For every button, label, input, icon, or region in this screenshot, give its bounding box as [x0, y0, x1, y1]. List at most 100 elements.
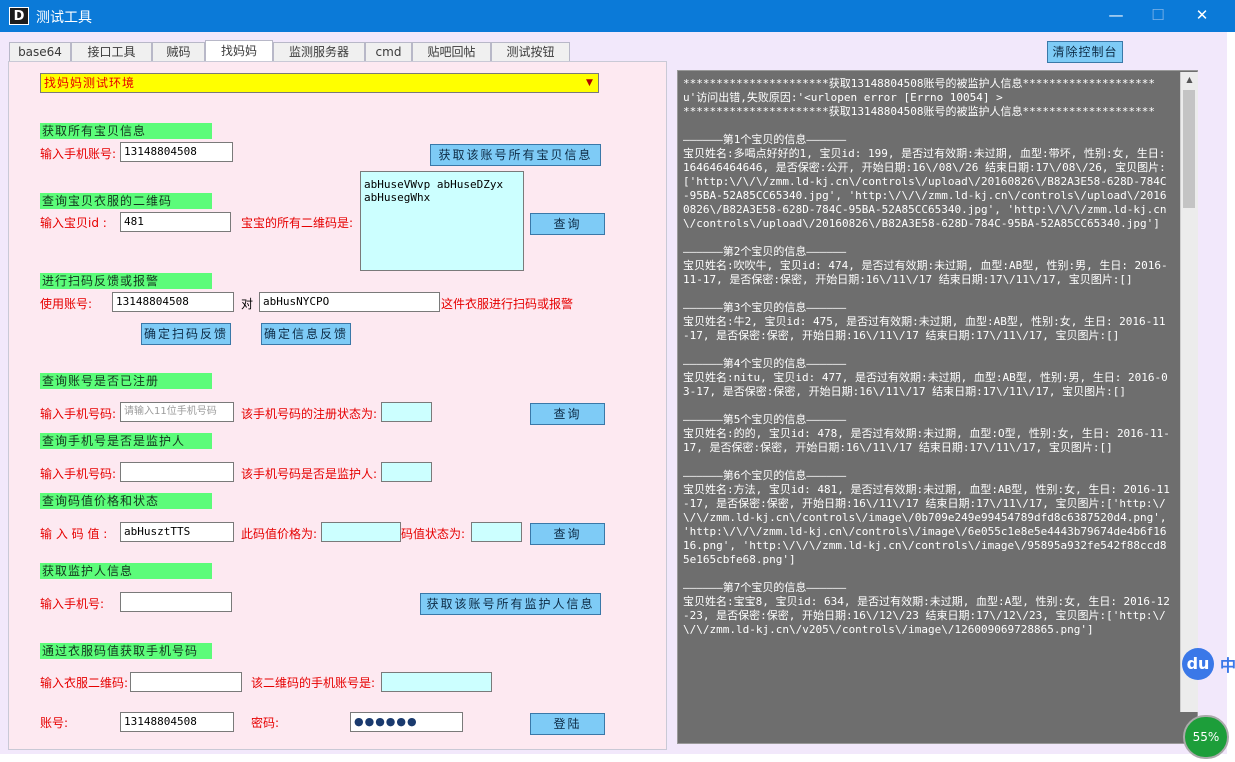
guardian-status-label: 该手机号码是否是监护人:	[241, 467, 378, 481]
section-header-guardian: 查询手机号是否是监护人	[40, 433, 212, 449]
login-password-label: 密码:	[251, 716, 280, 730]
get-guardians-button[interactable]: 获取该账号所有监护人信息	[420, 593, 601, 615]
price-field	[321, 522, 401, 542]
qr-result-line: abHusegWhx	[364, 191, 431, 204]
qr-result-label: 宝宝的所有二维码是:	[241, 216, 354, 230]
console-line: 宝贝姓名:多喝点好好的1, 宝贝id: 199, 是否过有效期:未过期, 血型:…	[683, 147, 1172, 230]
price-label: 此码值价格为:	[241, 527, 318, 541]
code-status-field	[471, 522, 522, 542]
login-button[interactable]: 登陆	[530, 713, 605, 735]
client-area: base64 接口工具 贼码 找妈妈 监测服务器 cmd 贴吧回帖 测试按钮 清…	[0, 32, 1227, 754]
report-account-input[interactable]: 13148804508	[112, 292, 234, 312]
env-select-value: 找妈妈测试环境	[44, 76, 136, 90]
qr-phone-result-field	[381, 672, 492, 692]
registered-phone-input[interactable]: 请输入11位手机号码	[120, 402, 234, 422]
section-header-report: 进行扫码反馈或报警	[40, 273, 212, 289]
qr-phone-result-label: 该二维码的手机账号是:	[251, 676, 376, 690]
console-line: **********************获取13148804508账号的被监…	[683, 105, 1155, 118]
title-bar: D 测试工具 — ☐ ✕	[0, 0, 1235, 32]
babies-phone-input[interactable]: 13148804508	[120, 142, 233, 162]
console-line: ——————第3个宝贝的信息——————	[683, 301, 847, 314]
env-select[interactable]: 找妈妈测试环境 ▼	[40, 73, 599, 93]
dropdown-arrow-icon[interactable]: ▼	[584, 76, 596, 90]
get-guardian-phone-label: 输入手机号:	[40, 597, 105, 611]
guardian-phone-input[interactable]	[120, 462, 234, 482]
section-header-get-guardian: 获取监护人信息	[40, 563, 212, 579]
section-header-price: 查询码值价格和状态	[40, 493, 212, 509]
price-code-label: 输 入 码 值 :	[40, 527, 108, 541]
price-code-input[interactable]: abHusztTTS	[120, 522, 234, 542]
tab-thief-code[interactable]: 贼码	[152, 42, 205, 61]
qr-phone-input-label: 输入衣服二维码:	[40, 676, 129, 690]
report-code-input[interactable]: abHusNYCPO	[259, 292, 440, 312]
qr-result-box[interactable]: abHuseVWvp abHuseDZyx abHusegWhx	[360, 171, 524, 271]
login-account-input[interactable]: 13148804508	[120, 712, 234, 732]
confirm-scan-button[interactable]: 确定扫码反馈	[141, 323, 231, 345]
scrollbar-thumb[interactable]	[1183, 90, 1195, 208]
console-line: **********************获取13148804508账号的被监…	[683, 77, 1155, 90]
find-mom-panel: 找妈妈测试环境 ▼ 获取所有宝贝信息 输入手机账号: 13148804508 获…	[8, 61, 667, 750]
babies-phone-label: 输入手机账号:	[40, 147, 117, 161]
guardian-phone-label: 输入手机号码:	[40, 467, 117, 481]
performance-meter[interactable]: 55%	[1183, 715, 1229, 759]
login-password-input[interactable]: ●●●●●●	[350, 712, 463, 732]
console-line: 宝贝姓名:牛2, 宝贝id: 475, 是否过有效期:未过期, 血型:AB型, …	[683, 315, 1166, 342]
code-status-label: 码值状态为:	[401, 527, 466, 541]
get-guardian-phone-input[interactable]	[120, 592, 232, 612]
console-line: 宝贝姓名:方法, 宝贝id: 481, 是否过有效期:未过期, 血型:AB型, …	[683, 483, 1174, 566]
get-babies-button[interactable]: 获取该账号所有宝贝信息	[430, 144, 601, 166]
maximize-button[interactable]: ☐	[1146, 4, 1170, 26]
console-line: ——————第2个宝贝的信息——————	[683, 245, 847, 258]
guardian-status-field	[381, 462, 432, 482]
report-suffix-label: 这件衣服进行扫码或报警	[441, 297, 574, 311]
close-button[interactable]: ✕	[1190, 4, 1214, 26]
section-header-registered: 查询账号是否已注册	[40, 373, 212, 389]
console-line: u'访问出错,失败原因:'<urlopen error [Errno 10054…	[683, 91, 1003, 104]
console-line: 宝贝姓名:nitu, 宝贝id: 477, 是否过有效期:未过期, 血型:AB型…	[683, 371, 1168, 398]
registered-status-label: 该手机号码的注册状态为:	[241, 407, 378, 421]
baby-id-label: 输入宝贝id :	[40, 216, 107, 230]
console-line: ——————第6个宝贝的信息——————	[683, 469, 847, 482]
tab-find-mom[interactable]: 找妈妈	[205, 40, 273, 62]
registered-phone-label: 输入手机号码:	[40, 407, 117, 421]
query-registered-button[interactable]: 查询	[530, 403, 605, 425]
tab-interface-tool[interactable]: 接口工具	[71, 42, 152, 61]
section-header-babies: 获取所有宝贝信息	[40, 123, 212, 139]
login-account-label: 账号:	[40, 716, 69, 730]
window-title: 测试工具	[36, 10, 92, 26]
tab-cmd[interactable]: cmd	[365, 42, 412, 61]
console-line: 宝贝姓名:吹吹牛, 宝贝id: 474, 是否过有效期:未过期, 血型:AB型,…	[683, 259, 1168, 286]
console-line: 宝贝姓名:宝宝8, 宝贝id: 634, 是否过有效期:未过期, 血型:A型, …	[683, 595, 1170, 636]
tab-tieba-reply[interactable]: 贴吧回帖	[412, 42, 491, 61]
console-scrollbar[interactable]: ▲	[1180, 72, 1198, 712]
ime-mode-label[interactable]: 中	[1220, 652, 1235, 676]
console-line: ——————第5个宝贝的信息——————	[683, 413, 847, 426]
baidu-ime-icon[interactable]: du	[1182, 648, 1214, 680]
console-line: ——————第7个宝贝的信息——————	[683, 581, 847, 594]
console-output[interactable]: **********************获取13148804508账号的被监…	[677, 70, 1198, 744]
registered-status-field	[381, 402, 432, 422]
minimize-button[interactable]: —	[1104, 4, 1128, 26]
tab-test-button[interactable]: 测试按钮	[491, 42, 570, 61]
confirm-info-button[interactable]: 确定信息反馈	[261, 323, 351, 345]
query-price-button[interactable]: 查询	[530, 523, 605, 545]
clear-console-button[interactable]: 清除控制台	[1047, 41, 1123, 63]
report-to-label: 对	[241, 297, 254, 311]
console-text: **********************获取13148804508账号的被监…	[683, 77, 1171, 637]
query-qr-button[interactable]: 查询	[530, 213, 605, 235]
console-line: ——————第4个宝贝的信息——————	[683, 357, 847, 370]
baby-id-input[interactable]: 481	[120, 212, 231, 232]
section-header-qr-phone: 通过衣服码值获取手机号码	[40, 643, 212, 659]
qr-phone-input[interactable]	[130, 672, 242, 692]
app-icon: D	[9, 7, 29, 25]
tab-base64[interactable]: base64	[9, 42, 71, 61]
qr-result-line: abHuseVWvp abHuseDZyx	[364, 178, 504, 191]
tab-monitor-server[interactable]: 监测服务器	[273, 42, 365, 61]
scroll-up-icon[interactable]: ▲	[1181, 72, 1198, 88]
